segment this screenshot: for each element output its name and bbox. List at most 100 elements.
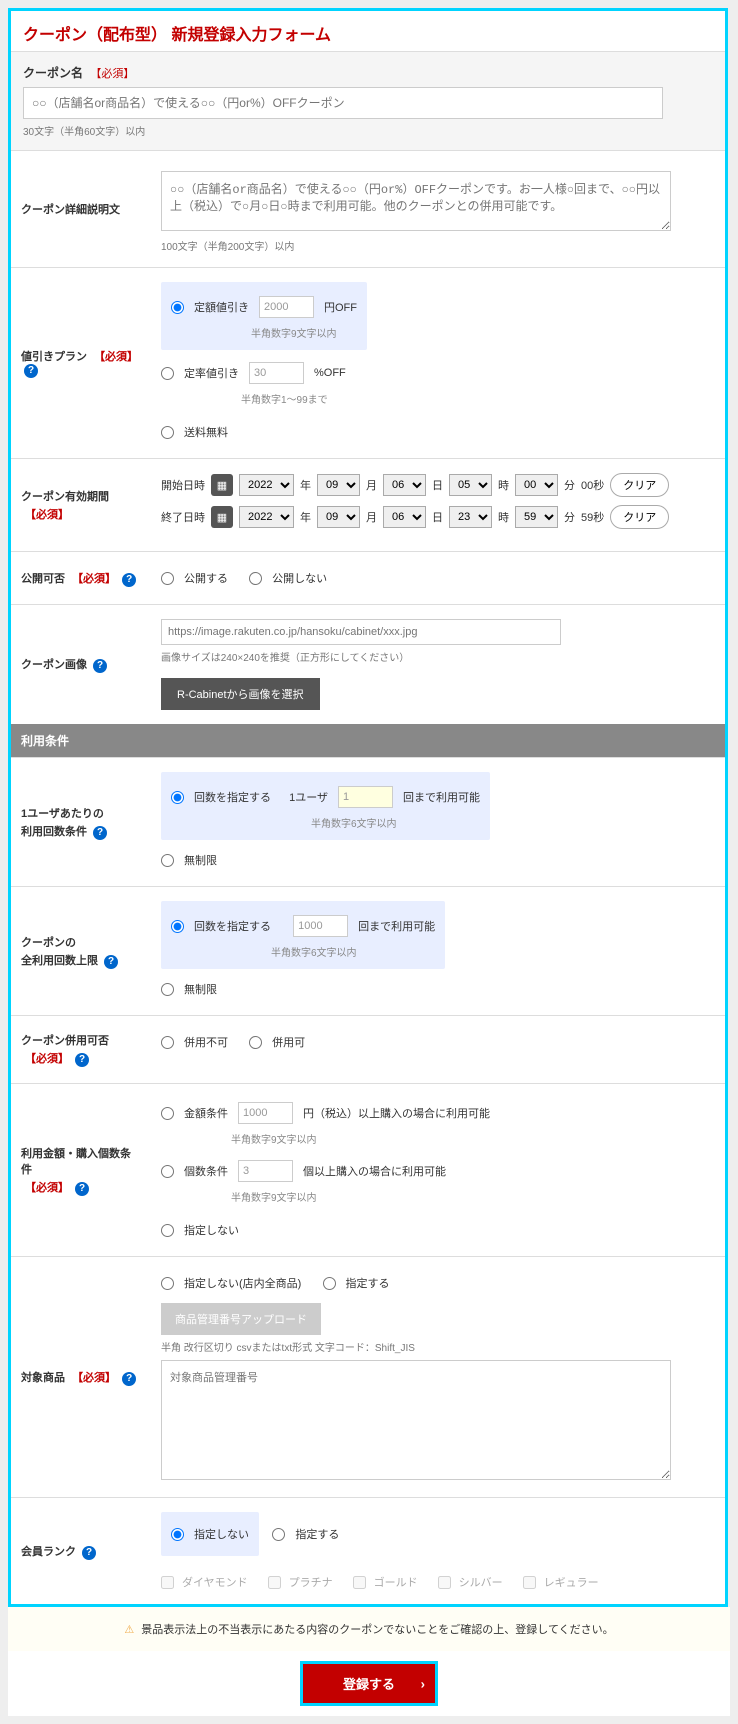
discount-fixed-hint: 半角数字9文字以内 — [251, 325, 357, 340]
rank-label: 会員ランク — [21, 1546, 76, 1558]
end-year-select[interactable]: 2022 — [239, 506, 294, 528]
amount-value-input[interactable] — [238, 1102, 293, 1124]
description-textarea[interactable] — [161, 171, 671, 231]
combine-no-radio[interactable] — [161, 1036, 174, 1049]
total-use-specify-radio[interactable] — [171, 920, 184, 933]
discount-rate-label: 定率値引き — [184, 365, 239, 381]
publish-no-radio[interactable] — [249, 572, 262, 585]
end-month-select[interactable]: 09 — [317, 506, 360, 528]
discount-rate-input[interactable] — [249, 362, 304, 384]
per-user-unlimited-radio[interactable] — [161, 854, 174, 867]
required-badge: 【必須】 — [25, 1053, 69, 1065]
rcabinet-button[interactable]: R-Cabinetから画像を選択 — [161, 678, 320, 710]
image-label: クーポン画像 — [21, 659, 87, 671]
rank-none-radio[interactable] — [171, 1528, 184, 1541]
total-use-label2: 全利用回数上限 — [21, 955, 98, 967]
help-icon[interactable]: ? — [93, 659, 107, 673]
required-badge: 【必須】 — [72, 573, 116, 585]
start-day-select[interactable]: 06 — [383, 474, 426, 496]
period-label: クーポン有効期間 — [21, 491, 109, 503]
required-badge: 【必須】 — [72, 1372, 116, 1384]
submit-button[interactable]: 登録する› — [300, 1661, 438, 1706]
discount-fixed-radio[interactable] — [171, 301, 184, 314]
per-user-label2: 利用回数条件 — [21, 826, 87, 838]
total-use-label1: クーポンの — [21, 937, 76, 949]
end-sec: 59秒 — [581, 509, 604, 525]
help-icon[interactable]: ? — [104, 955, 118, 969]
amount-cond-label: 利用金額・購入個数条件 — [21, 1148, 131, 1176]
discount-fixed-unit: 円OFF — [324, 299, 357, 315]
combine-yes-radio[interactable] — [249, 1036, 262, 1049]
calendar-icon[interactable]: ▦ — [211, 474, 233, 496]
per-user-specify-radio[interactable] — [171, 791, 184, 804]
rank-silver-checkbox[interactable]: シルバー — [438, 1574, 503, 1590]
page-title: クーポン（配布型） 新規登録入力フォーム — [11, 11, 725, 51]
description-label: クーポン詳細説明文 — [21, 201, 141, 217]
coupon-name-label: クーポン名 — [23, 66, 83, 80]
per-user-count-input[interactable] — [338, 786, 393, 808]
help-icon[interactable]: ? — [122, 573, 136, 587]
total-use-unlimited-radio[interactable] — [161, 983, 174, 996]
help-icon[interactable]: ? — [24, 364, 38, 378]
discount-rate-hint: 半角数字1～99まで — [241, 391, 715, 406]
rank-diamond-checkbox[interactable]: ダイヤモンド — [161, 1574, 248, 1590]
description-hint: 100文字（半角200文字）以内 — [161, 238, 715, 253]
rank-platinum-checkbox[interactable]: プラチナ — [268, 1574, 333, 1590]
upload-hint: 半角 改行区切り csvまたはtxt形式 文字コード：Shift_JIS — [161, 1339, 715, 1354]
target-textarea[interactable] — [161, 1360, 671, 1480]
start-month-select[interactable]: 09 — [317, 474, 360, 496]
help-icon[interactable]: ? — [75, 1053, 89, 1067]
coupon-name-hint: 30文字（半角60文字）以内 — [23, 123, 713, 138]
help-icon[interactable]: ? — [82, 1546, 96, 1560]
end-clear-button[interactable]: クリア — [610, 505, 669, 529]
image-url-input[interactable] — [161, 619, 561, 645]
publish-label: 公開可否 — [21, 573, 65, 585]
required-badge: 【必須】 — [90, 68, 134, 80]
rank-regular-checkbox[interactable]: レギュラー — [523, 1574, 599, 1590]
combine-label: クーポン併用可否 — [21, 1035, 109, 1047]
help-icon[interactable]: ? — [122, 1372, 136, 1386]
total-use-count-input[interactable] — [293, 915, 348, 937]
discount-rate-unit: %OFF — [314, 367, 346, 379]
warning-bar: ⚠ 景品表示法上の不当表示にあたる内容のクーポンでないことをご確認の上、登録して… — [8, 1607, 730, 1651]
required-badge: 【必須】 — [94, 351, 138, 363]
discount-fixed-label: 定額値引き — [194, 299, 249, 315]
end-min-select[interactable]: 59 — [515, 506, 558, 528]
warning-icon: ⚠ — [124, 1624, 134, 1636]
discount-label: 値引きプラン — [21, 351, 87, 363]
end-day-select[interactable]: 06 — [383, 506, 426, 528]
qty-cond-radio[interactable] — [161, 1165, 174, 1178]
calendar-icon[interactable]: ▦ — [211, 506, 233, 528]
required-badge: 【必須】 — [25, 1182, 69, 1194]
discount-fixed-input[interactable] — [259, 296, 314, 318]
target-none-radio[interactable] — [161, 1277, 174, 1290]
start-year-select[interactable]: 2022 — [239, 474, 294, 496]
start-hour-select[interactable]: 05 — [449, 474, 492, 496]
help-icon[interactable]: ? — [75, 1182, 89, 1196]
start-clear-button[interactable]: クリア — [610, 473, 669, 497]
rank-specify-radio[interactable] — [272, 1528, 285, 1541]
required-badge: 【必須】 — [25, 509, 69, 521]
conditions-header: 利用条件 — [11, 724, 725, 757]
amount-cond-radio[interactable] — [161, 1107, 174, 1120]
start-date-label: 開始日時 — [161, 477, 205, 493]
discount-rate-radio[interactable] — [161, 367, 174, 380]
image-hint: 画像サイズは240×240を推奨（正方形にしてください） — [161, 649, 715, 664]
help-icon[interactable]: ? — [93, 826, 107, 840]
target-label: 対象商品 — [21, 1372, 65, 1384]
rank-gold-checkbox[interactable]: ゴールド — [353, 1574, 418, 1590]
end-hour-select[interactable]: 23 — [449, 506, 492, 528]
publish-yes-radio[interactable] — [161, 572, 174, 585]
upload-button[interactable]: 商品管理番号アップロード — [161, 1303, 321, 1335]
discount-freeship-radio[interactable] — [161, 426, 174, 439]
per-user-label1: 1ユーザあたりの — [21, 808, 104, 820]
qty-value-input[interactable] — [238, 1160, 293, 1182]
chevron-right-icon: › — [421, 1676, 425, 1691]
end-date-label: 終了日時 — [161, 509, 205, 525]
coupon-name-input[interactable] — [23, 87, 663, 119]
target-specify-radio[interactable] — [323, 1277, 336, 1290]
start-sec: 00秒 — [581, 477, 604, 493]
discount-freeship-label: 送料無料 — [184, 424, 228, 440]
amount-none-radio[interactable] — [161, 1224, 174, 1237]
start-min-select[interactable]: 00 — [515, 474, 558, 496]
